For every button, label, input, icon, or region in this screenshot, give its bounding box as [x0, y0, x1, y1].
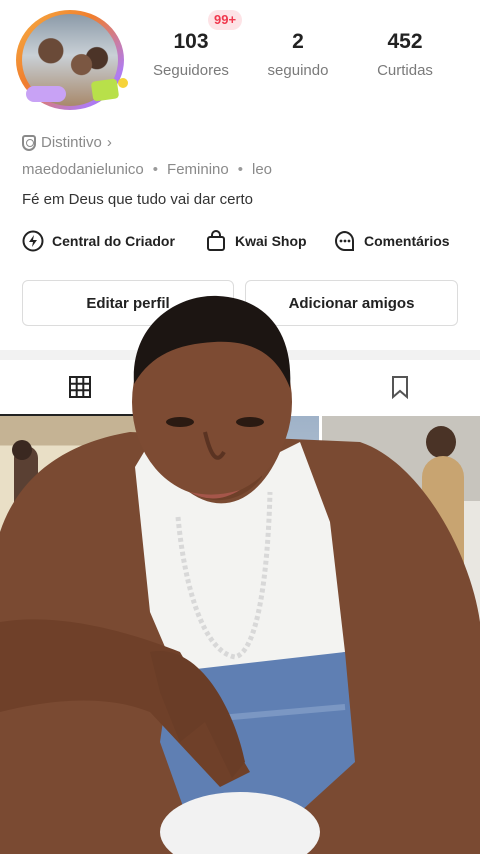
- avatar-sticker: [26, 86, 66, 102]
- creator-center-label: Central do Criador: [52, 233, 175, 249]
- comments-link[interactable]: Comentários: [334, 230, 450, 252]
- thumbnail-figure: [96, 540, 140, 550]
- badge-link[interactable]: Distintivo ›: [22, 134, 112, 151]
- followers-label: Seguidores: [153, 62, 229, 79]
- thumbnail-caption: BOA: [6, 516, 35, 531]
- separator-dot: •: [237, 161, 243, 178]
- kwai-shop-link[interactable]: Kwai Shop: [205, 230, 307, 252]
- video-grid: BOA: [0, 416, 480, 854]
- username: maedodanielunico: [22, 161, 144, 178]
- likes-label: Curtidas: [377, 62, 433, 79]
- grid-icon: [68, 375, 92, 404]
- avatar-sticker: [90, 78, 120, 102]
- lightning-icon: [22, 230, 44, 252]
- following-label: seguindo: [267, 62, 329, 79]
- notification-badge: 99+: [208, 10, 243, 30]
- video-thumbnail[interactable]: [161, 631, 319, 843]
- profile-tabs: [0, 362, 480, 416]
- profile-bio: Fé em Deus que tudo vai dar certo: [22, 191, 253, 208]
- video-thumbnail[interactable]: [322, 416, 480, 628]
- separator-dot: •: [152, 161, 159, 178]
- video-thumbnail[interactable]: [322, 631, 480, 843]
- edit-profile-button[interactable]: Editar perfil: [22, 280, 234, 326]
- tab-likes[interactable]: [160, 362, 320, 416]
- following-count: 2: [292, 30, 304, 53]
- add-friends-button[interactable]: Adicionar amigos: [245, 280, 458, 326]
- tab-saved[interactable]: [320, 362, 480, 416]
- following-stat[interactable]: 2 seguindo: [243, 30, 353, 79]
- tab-grid[interactable]: [0, 362, 160, 416]
- kwai-shop-label: Kwai Shop: [235, 233, 307, 249]
- video-thumbnail[interactable]: [0, 631, 158, 843]
- bookmark-icon: [390, 375, 410, 404]
- shield-icon: [22, 134, 36, 151]
- profile-meta: maedodanielunico • Feminino • leo: [22, 161, 272, 178]
- followers-stat[interactable]: 103 Seguidores: [136, 30, 246, 79]
- play-icon: [8, 819, 17, 831]
- chat-bubble-icon: [334, 230, 356, 252]
- followers-count: 103: [173, 30, 209, 53]
- badge-link-label: Distintivo: [41, 134, 102, 151]
- likes-stat[interactable]: 452 Curtidas: [350, 30, 460, 79]
- thumbnail-figure: [426, 426, 456, 458]
- shopping-bag-icon: [205, 230, 227, 252]
- likes-count: 452: [387, 30, 423, 53]
- creator-center-link[interactable]: Central do Criador: [22, 230, 175, 252]
- thumbnail-figure: [422, 456, 464, 606]
- comments-label: Comentários: [364, 233, 450, 249]
- heart-icon: [227, 374, 253, 404]
- section-divider: [0, 350, 480, 360]
- chevron-right-icon: ›: [106, 134, 112, 151]
- avatar-sticker: [118, 78, 128, 88]
- video-thumbnail[interactable]: BOA: [0, 416, 158, 628]
- gender: Feminino: [167, 161, 229, 178]
- profile-avatar[interactable]: [14, 8, 132, 112]
- profile-extra: leo: [252, 161, 273, 178]
- video-thumbnail[interactable]: [161, 416, 319, 628]
- thumbnail-figure: [12, 440, 32, 460]
